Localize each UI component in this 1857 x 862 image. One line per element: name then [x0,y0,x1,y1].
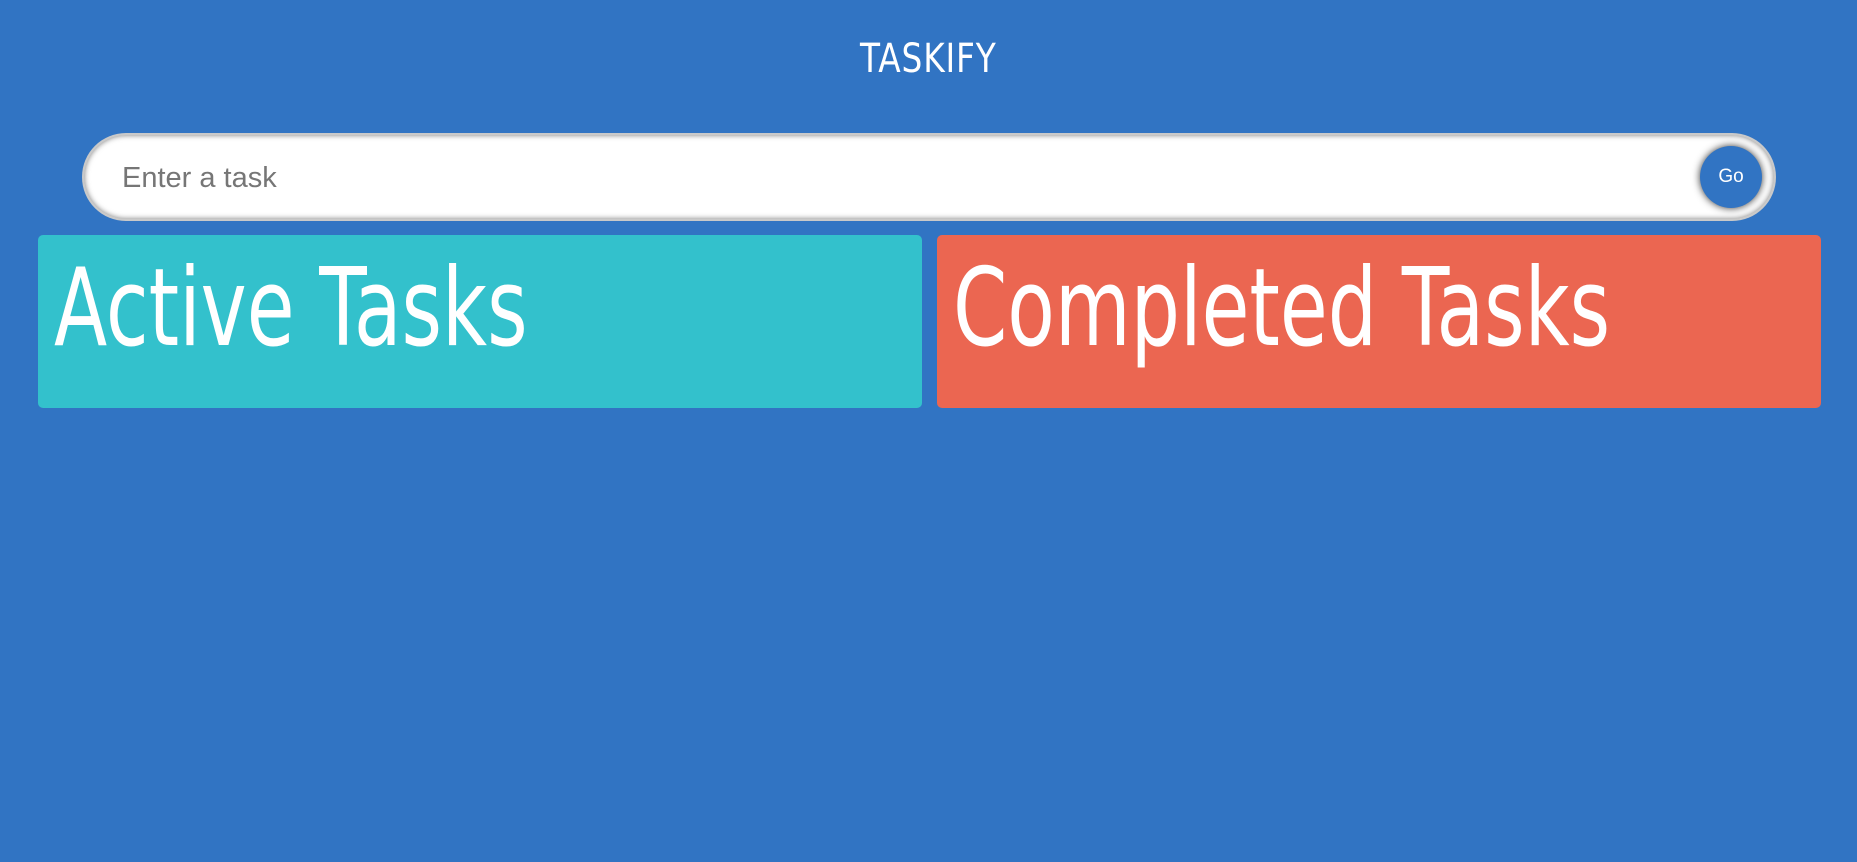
task-form: Go [84,135,1774,219]
completed-tasks-heading: Completed Tasks [953,246,1611,371]
active-tasks-panel: Active Tasks [38,235,922,408]
completed-tasks-panel: Completed Tasks [937,235,1821,408]
app-header: TASKIFY [0,36,1857,82]
app-title: TASKIFY [860,36,997,82]
active-tasks-heading: Active Tasks [54,246,528,371]
task-input[interactable] [120,149,1664,207]
go-button[interactable]: Go [1700,146,1762,208]
